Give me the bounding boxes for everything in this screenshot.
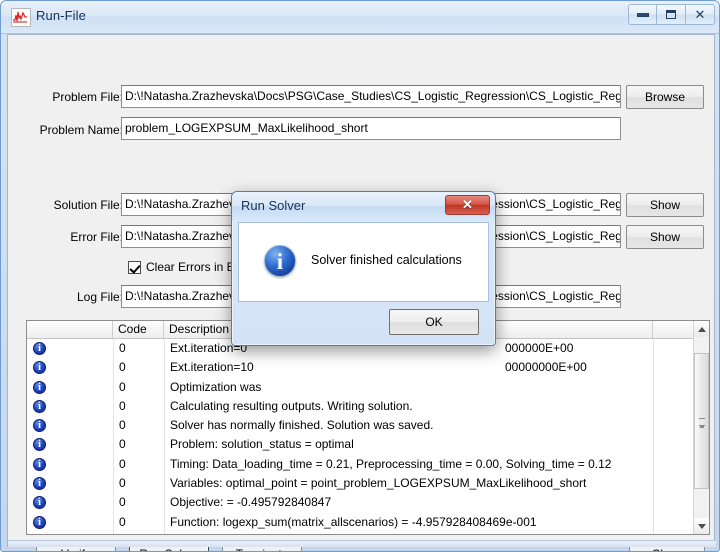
row-description: Problem: solution_status = optimal (170, 437, 354, 452)
chevron-down-icon (697, 523, 706, 529)
chart-icon (11, 8, 31, 27)
column-header-icon[interactable] (27, 321, 113, 338)
row-code: 0 (119, 398, 126, 413)
info-icon (264, 245, 296, 277)
problem-name-label: Problem Name: (39, 123, 123, 137)
error-file-label: Error File: (70, 230, 123, 244)
minimize-button[interactable] (628, 4, 657, 25)
close-icon: ✕ (462, 197, 473, 212)
row-description: Objective: = -0.495792840847 (170, 495, 332, 510)
log-grid: Code Description 0 Ext.iteration=0 00000… (26, 320, 710, 535)
row-code: 0 (119, 418, 126, 433)
checkmark-icon (128, 260, 141, 274)
maximize-button[interactable] (657, 4, 686, 25)
table-row[interactable]: 0 Timing: Data_loading_time = 0.21, Prep… (27, 455, 695, 474)
run-solver-dialog: Run Solver ✕ Solver finished calculation… (231, 191, 496, 346)
info-icon (33, 457, 46, 471)
chevron-up-icon (697, 326, 706, 332)
row-description: Function: logexp_sum(matrix_allscenarios… (170, 514, 537, 529)
table-row[interactable]: 0 Calculating resulting outputs. Writing… (27, 397, 695, 416)
row-description: Solver has normally finished. Solution w… (170, 418, 434, 433)
column-header-code[interactable]: Code (113, 321, 164, 338)
row-code: 0 (119, 379, 126, 394)
maximize-icon (666, 10, 676, 19)
table-row[interactable]: 0 Problem: solution_status = optimal (27, 435, 695, 454)
window-title: Run-File (36, 8, 86, 23)
dialog-title-bar: Run Solver ✕ (232, 192, 495, 221)
problem-file-input[interactable]: D:\!Natasha.Zrazhevska\Docs\PSG\Case_Stu… (121, 85, 621, 108)
row-code: 0 (119, 534, 126, 535)
row-extra: 000000E+00 (505, 341, 574, 355)
info-icon (33, 399, 46, 413)
show-solution-button[interactable]: Show (626, 193, 704, 217)
row-description: Function: logistic(matrix_allscenarios) … (170, 534, 460, 535)
info-icon (33, 419, 46, 433)
scrollbar-thumb[interactable] (694, 353, 709, 489)
dialog-close-button[interactable]: ✕ (445, 195, 490, 215)
info-icon (33, 438, 46, 452)
row-description: Ext.iteration=10 (170, 360, 254, 375)
scroll-down-button[interactable] (694, 518, 709, 534)
scroll-up-button[interactable] (694, 321, 709, 337)
row-description: Optimization was (170, 379, 262, 394)
bottom-divider (8, 540, 716, 547)
table-row[interactable]: 0 Optimization was (27, 378, 695, 397)
row-code: 0 (119, 476, 126, 491)
info-icon (33, 477, 46, 491)
info-icon (33, 342, 46, 355)
row-code: 0 (119, 514, 126, 529)
row-code: 0 (119, 437, 126, 452)
solution-file-label: Solution File: (53, 198, 123, 212)
show-error-button[interactable]: Show (626, 225, 704, 249)
row-extra: 00000000E+00 (505, 360, 587, 375)
row-code: 0 (119, 495, 126, 510)
minimize-icon (636, 12, 649, 17)
grid-rows: 0 Ext.iteration=0 000000E+00 0 Ext.itera… (27, 339, 695, 535)
row-code: 0 (119, 341, 126, 355)
problem-name-input[interactable]: problem_LOGEXPSUM_MaxLikelihood_short (121, 117, 621, 140)
table-row[interactable]: 0 Function: logexp_sum(matrix_allscenari… (27, 513, 695, 532)
table-row[interactable]: 0 Function: logistic(matrix_allscenarios… (27, 532, 695, 535)
run-file-window: Run-File ✕ Problem File: D:\!Natasha.Zra… (0, 0, 720, 552)
row-description: Timing: Data_loading_time = 0.21, Prepro… (170, 456, 612, 471)
row-code: 0 (119, 456, 126, 471)
close-button[interactable]: ✕ (686, 4, 715, 25)
table-row[interactable]: 0 Solver has normally finished. Solution… (27, 416, 695, 435)
browse-button[interactable]: Browse (626, 85, 704, 109)
dialog-body: Solver finished calculations (238, 222, 489, 302)
grid-scrollbar[interactable] (693, 321, 709, 534)
row-description: Variables: optimal_point = point_problem… (170, 476, 587, 491)
title-bar: Run-File ✕ (1, 1, 719, 34)
info-icon (33, 380, 46, 394)
column-header-extra[interactable] (653, 321, 695, 338)
problem-file-label: Problem File: (52, 90, 123, 104)
info-icon (33, 515, 46, 529)
info-icon (33, 361, 46, 375)
info-icon (33, 496, 46, 510)
window-controls: ✕ (628, 4, 715, 25)
dialog-ok-button[interactable]: OK (389, 309, 479, 335)
close-icon: ✕ (694, 7, 706, 22)
log-file-label: Log File: (76, 290, 123, 304)
row-description: Calculating resulting outputs. Writing s… (170, 398, 413, 413)
dialog-message: Solver finished calculations (311, 253, 462, 267)
dialog-title: Run Solver (241, 198, 306, 213)
table-row[interactable]: 0 Ext.iteration=10 00000000E+00 (27, 358, 695, 377)
table-row[interactable]: 0 Variables: optimal_point = point_probl… (27, 474, 695, 493)
row-code: 0 (119, 360, 126, 375)
table-row[interactable]: 0 Objective: = -0.495792840847 (27, 493, 695, 512)
